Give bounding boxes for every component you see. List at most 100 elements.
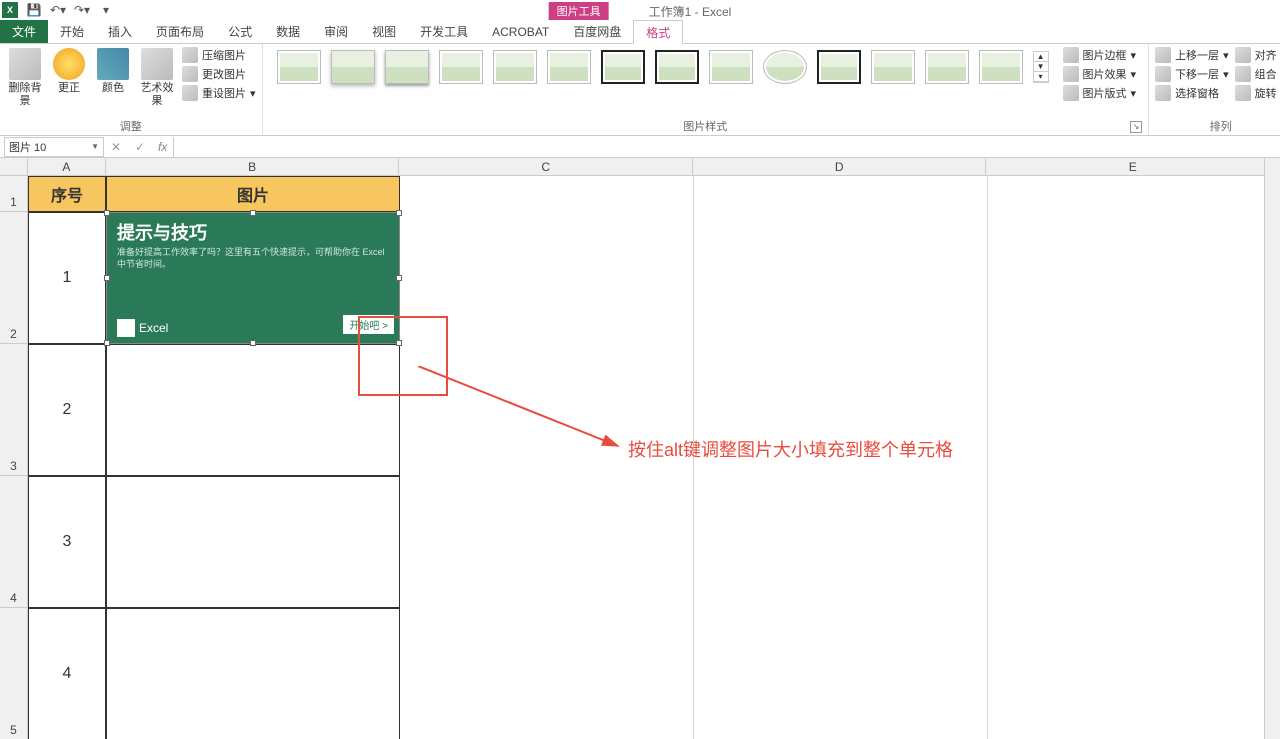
- style-item-14[interactable]: [979, 50, 1023, 84]
- style-item-2[interactable]: [331, 50, 375, 84]
- picture-layout-button[interactable]: 图片版式 ▾: [1061, 84, 1139, 102]
- row-header-3[interactable]: 3: [0, 344, 28, 476]
- pic-subtitle: 准备好提高工作效率了吗？这里有五个快速提示，可帮助你在 Excel 中节省时间。: [107, 247, 399, 270]
- artistic-button[interactable]: 艺术效果: [136, 46, 178, 110]
- style-item-11[interactable]: [817, 50, 861, 84]
- fx-icon[interactable]: fx: [152, 140, 173, 154]
- rotate-button[interactable]: 旋转 ▾: [1233, 84, 1280, 102]
- style-item-12[interactable]: [871, 50, 915, 84]
- cell-A5[interactable]: 4: [28, 608, 106, 739]
- col-header-B[interactable]: B: [106, 158, 400, 175]
- styles-group-label: 图片样式↘: [267, 117, 1145, 135]
- style-item-6[interactable]: [547, 50, 591, 84]
- cell-A3[interactable]: 2: [28, 344, 106, 476]
- qat-save[interactable]: 💾: [22, 1, 46, 19]
- col-header-D[interactable]: D: [693, 158, 987, 175]
- picture-border-button[interactable]: 图片边框 ▾: [1061, 46, 1139, 64]
- row-header-4[interactable]: 4: [0, 476, 28, 608]
- selection-pane-button[interactable]: 选择窗格: [1153, 84, 1231, 102]
- tab-layout[interactable]: 页面布局: [144, 20, 216, 43]
- tab-formulas[interactable]: 公式: [216, 20, 264, 43]
- formula-input[interactable]: [173, 137, 1280, 157]
- tab-data[interactable]: 数据: [264, 20, 312, 43]
- chevron-down-icon[interactable]: ▼: [91, 142, 99, 151]
- row-header-2[interactable]: 2: [0, 212, 28, 344]
- group-button[interactable]: 组合 ▾: [1233, 65, 1280, 83]
- tab-baidu[interactable]: 百度网盘: [561, 20, 633, 43]
- send-backward-button[interactable]: 下移一层 ▾: [1153, 65, 1231, 83]
- style-item-8[interactable]: [655, 50, 699, 84]
- compress-pic-button[interactable]: 压缩图片: [180, 46, 258, 64]
- tab-format[interactable]: 格式: [633, 20, 683, 44]
- cell-A4[interactable]: 3: [28, 476, 106, 608]
- color-icon: [97, 48, 129, 80]
- col-header-C[interactable]: C: [399, 158, 693, 175]
- arrange-group-label: 排列: [1153, 117, 1280, 135]
- row-header-5[interactable]: 5: [0, 608, 28, 739]
- corrections-icon: [53, 48, 85, 80]
- styles-launcher[interactable]: ↘: [1130, 121, 1142, 133]
- corrections-button[interactable]: 更正: [48, 46, 90, 97]
- artistic-icon: [141, 48, 173, 80]
- resize-handle-s[interactable]: [250, 340, 256, 346]
- style-item-7[interactable]: [601, 50, 645, 84]
- style-item-5[interactable]: [493, 50, 537, 84]
- gallery-more[interactable]: ▲▼▾: [1033, 51, 1049, 83]
- cell-A2[interactable]: 1: [28, 212, 106, 344]
- style-item-9[interactable]: [709, 50, 753, 84]
- style-item-3[interactable]: [385, 50, 429, 84]
- rotate-icon: [1235, 85, 1251, 101]
- color-button[interactable]: 颜色: [92, 46, 134, 97]
- effects-icon: [1063, 66, 1079, 82]
- row-headers: 1 2 3 4 5: [0, 176, 28, 739]
- style-item-4[interactable]: [439, 50, 483, 84]
- ribbon-group-adjust: 删除背景 更正 颜色 艺术效果 压缩图片 更改图片 重设图片 ▾ 调整: [0, 44, 263, 135]
- change-pic-button[interactable]: 更改图片: [180, 65, 258, 83]
- cell-B5[interactable]: [106, 608, 400, 739]
- style-item-1[interactable]: [277, 50, 321, 84]
- tab-insert[interactable]: 插入: [96, 20, 144, 43]
- resize-handle-sw[interactable]: [104, 340, 110, 346]
- accept-formula-button[interactable]: ✓: [128, 140, 152, 154]
- embedded-picture[interactable]: 提示与技巧 准备好提高工作效率了吗？这里有五个快速提示，可帮助你在 Excel …: [106, 212, 400, 344]
- picture-effects-button[interactable]: 图片效果 ▾: [1061, 65, 1139, 83]
- cells-area[interactable]: 序号 图片 1 2 3 4 提示与技巧 准备好提高工作效率了吗？这里有五个快速提…: [28, 176, 1280, 739]
- name-box-value: 图片 10: [9, 139, 46, 155]
- cancel-formula-button[interactable]: ✕: [104, 140, 128, 154]
- resize-handle-ne[interactable]: [396, 210, 402, 216]
- col-header-A[interactable]: A: [28, 158, 106, 175]
- tab-devtools[interactable]: 开发工具: [408, 20, 480, 43]
- cell-B4[interactable]: [106, 476, 400, 608]
- style-item-13[interactable]: [925, 50, 969, 84]
- name-box[interactable]: 图片 10 ▼: [4, 137, 104, 157]
- tab-review[interactable]: 审阅: [312, 20, 360, 43]
- piclayout-icon: [1063, 85, 1079, 101]
- ribbon-group-styles: ▲▼▾ 图片边框 ▾ 图片效果 ▾ 图片版式 ▾ 图片样式↘: [263, 44, 1150, 135]
- resize-handle-w[interactable]: [104, 275, 110, 281]
- col-header-E[interactable]: E: [986, 158, 1280, 175]
- vertical-scrollbar[interactable]: [1264, 158, 1280, 739]
- tab-acrobat[interactable]: ACROBAT: [480, 20, 561, 43]
- pic-footer: Excel: [117, 319, 168, 337]
- tab-view[interactable]: 视图: [360, 20, 408, 43]
- remove-background-button[interactable]: 删除背景: [4, 46, 46, 110]
- qat-custom[interactable]: ▾: [94, 1, 118, 19]
- qat-undo[interactable]: ↶▾: [46, 1, 70, 19]
- cell-A1[interactable]: 序号: [28, 176, 106, 212]
- align-button[interactable]: 对齐 ▾: [1233, 46, 1280, 64]
- resize-handle-nw[interactable]: [104, 210, 110, 216]
- annotation-arrow: [418, 366, 628, 456]
- resize-handle-e[interactable]: [396, 275, 402, 281]
- cell-B3[interactable]: [106, 344, 400, 476]
- tab-file[interactable]: 文件: [0, 20, 48, 43]
- style-item-10[interactable]: [763, 50, 807, 84]
- row-header-1[interactable]: 1: [0, 176, 28, 212]
- qat-redo[interactable]: ↷▾: [70, 1, 94, 19]
- cell-col-E[interactable]: [988, 176, 1280, 739]
- cell-B1[interactable]: 图片: [106, 176, 400, 212]
- bring-forward-button[interactable]: 上移一层 ▾: [1153, 46, 1231, 64]
- select-all-button[interactable]: [0, 158, 28, 175]
- tab-home[interactable]: 开始: [48, 20, 96, 43]
- reset-pic-button[interactable]: 重设图片 ▾: [180, 84, 258, 102]
- resize-handle-n[interactable]: [250, 210, 256, 216]
